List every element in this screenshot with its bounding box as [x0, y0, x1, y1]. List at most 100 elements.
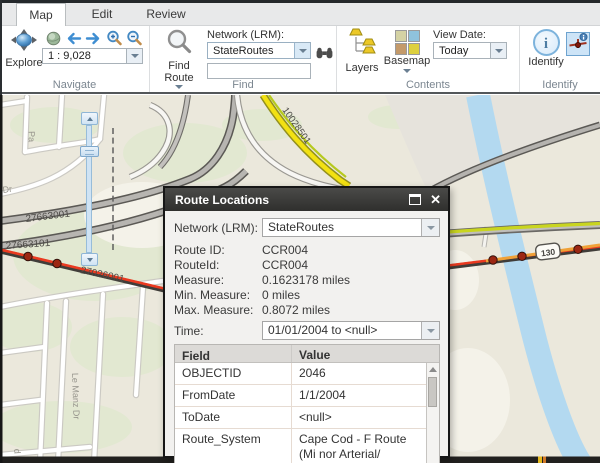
value-cell: <null>	[291, 407, 426, 428]
field-cell: Route_System	[175, 429, 291, 463]
street-label-pa: Pa	[27, 131, 37, 142]
explore-label: Explore	[4, 57, 44, 69]
find-route-magnifier-icon	[166, 29, 193, 60]
network-lrm-dialog-label: Network (LRM):	[174, 221, 262, 235]
basemap-tiles-icon	[395, 30, 420, 55]
basemap-button[interactable]: Basemap	[383, 28, 431, 73]
table-row-fromdate[interactable]: FromDate 1/1/2004	[175, 385, 426, 407]
identify-route-locations-tool-button[interactable]	[566, 32, 590, 56]
table-row-route-system[interactable]: Route_System Cape Cod - F Route (Mi nor …	[175, 429, 426, 463]
value-column-header: Value	[291, 345, 426, 362]
zoom-slider-up-button[interactable]	[81, 112, 98, 125]
network-lrm-dialog-value: StateRoutes	[268, 220, 334, 234]
value-cell: 2046	[291, 363, 426, 384]
measure-value: 0.1623178 miles	[262, 273, 350, 288]
network-lrm-combobox[interactable]: StateRoutes	[207, 42, 311, 59]
scrollbar-up-arrow-icon[interactable]	[429, 367, 437, 372]
map-scale-dropdown-arrow[interactable]	[126, 49, 142, 63]
group-label-identify: Identify	[520, 79, 600, 91]
svg-text:130: 130	[540, 247, 556, 259]
network-lrm-label: Network (LRM):	[207, 29, 284, 41]
tab-edit[interactable]: Edit	[78, 3, 126, 25]
table-row-objectid[interactable]: OBJECTID 2046	[175, 363, 426, 385]
layers-label: Layers	[343, 62, 381, 74]
view-date-value: Today	[439, 45, 468, 57]
scrollbar-thumb[interactable]	[428, 377, 437, 407]
field-column-header: Field	[175, 345, 291, 362]
previous-extent-icon[interactable]	[64, 32, 82, 50]
group-identify: i Identify Identi	[520, 26, 600, 92]
field-cell: OBJECTID	[175, 363, 291, 384]
attributes-table-header: Field Value	[175, 345, 439, 363]
map-scale-value: 1 : 9,028	[48, 50, 91, 62]
maximize-icon[interactable]	[409, 194, 421, 205]
app-window: Map Edit Review	[0, 0, 600, 463]
attributes-table: Field Value OBJECTID 2046 FromDate 1/1/2…	[174, 344, 440, 463]
street-label-dr: Dr	[2, 184, 13, 195]
zoom-slider-ticks	[112, 128, 114, 250]
route-locations-dialog: Route Locations ✕ Network (LRM): StateRo…	[163, 186, 450, 458]
zoom-slider-track[interactable]	[86, 125, 92, 253]
map-scale-combobox[interactable]: 1 : 9,028	[42, 48, 143, 64]
street-label-d: d	[12, 448, 22, 454]
routeid-value: CCR004	[262, 258, 308, 273]
time-label: Time:	[174, 324, 262, 338]
dialog-body: Network (LRM): StateRoutes Route ID:CCR0…	[165, 211, 448, 463]
group-navigate: Explore	[0, 26, 150, 92]
layers-tree-icon	[349, 28, 376, 62]
next-extent-icon[interactable]	[85, 32, 103, 50]
close-icon[interactable]: ✕	[430, 193, 441, 206]
table-row-todate[interactable]: ToDate <null>	[175, 407, 426, 429]
min-measure-value: 0 miles	[262, 288, 300, 303]
explore-button[interactable]: Explore	[4, 29, 44, 69]
view-date-label: View Date:	[433, 29, 486, 41]
explore-pan-icon	[9, 29, 39, 57]
zoom-slider-down-button[interactable]	[81, 253, 98, 266]
basemap-label: Basemap	[383, 55, 431, 67]
find-route-label-line1: Find	[158, 60, 200, 72]
route-id-input[interactable]	[207, 63, 311, 79]
route-shield-130: 130	[535, 243, 561, 261]
ribbon-tab-bar: Map Edit Review	[0, 3, 600, 26]
view-date-combobox[interactable]: Today	[433, 42, 507, 59]
min-measure-label: Min. Measure:	[174, 288, 262, 303]
table-scrollbar[interactable]	[426, 363, 439, 463]
group-label-find: Find	[150, 79, 336, 91]
identify-info-icon: i	[533, 29, 560, 56]
network-lrm-dialog-arrow[interactable]	[421, 219, 439, 236]
identify-button[interactable]: i Identify	[528, 28, 564, 68]
route-id-value: CCR004	[262, 243, 308, 258]
dialog-title: Route Locations	[175, 193, 409, 207]
time-value: 01/01/2004 to <null>	[268, 323, 377, 337]
field-cell: FromDate	[175, 385, 291, 406]
route-id-label: Route ID:	[174, 243, 262, 258]
max-measure-value: 0.8072 miles	[262, 303, 330, 318]
value-cell: Cape Cod - F Route (Mi nor Arterial/ Col…	[291, 429, 426, 463]
basemap-dropdown-arrow[interactable]	[403, 69, 411, 73]
time-combobox[interactable]: 01/01/2004 to <null>	[262, 321, 440, 340]
zoom-slider-thumb[interactable]	[80, 146, 99, 157]
map-zoom-slider[interactable]	[80, 112, 120, 268]
window-top-edge	[0, 0, 600, 3]
max-measure-label: Max. Measure:	[174, 303, 262, 318]
tab-map[interactable]: Map	[16, 3, 66, 26]
group-contents: Layers Basemap View Date: Today Contents	[337, 26, 520, 92]
network-lrm-value: StateRoutes	[213, 45, 274, 57]
identify-route-locations-icon	[568, 32, 588, 57]
group-label-navigate: Navigate	[0, 79, 149, 91]
view-date-dropdown-arrow[interactable]	[490, 43, 506, 58]
value-cell: 1/1/2004	[291, 385, 426, 406]
group-find: Find Route Network (LRM): StateRoutes	[150, 26, 337, 92]
time-dropdown-arrow[interactable]	[421, 322, 439, 339]
dialog-header[interactable]: Route Locations ✕	[165, 188, 448, 211]
ribbon: Map Edit Review	[0, 3, 600, 95]
street-label-le-manz-dr: Le Manz Dr	[70, 373, 82, 420]
layers-button[interactable]: Layers	[343, 28, 381, 74]
measure-label: Measure:	[174, 273, 262, 288]
network-lrm-dialog-combobox[interactable]: StateRoutes	[262, 218, 440, 237]
field-cell: ToDate	[175, 407, 291, 428]
binoculars-icon[interactable]	[316, 46, 333, 64]
tab-review[interactable]: Review	[138, 3, 194, 25]
group-label-contents: Contents	[337, 79, 519, 91]
network-lrm-dropdown-arrow[interactable]	[294, 43, 310, 58]
